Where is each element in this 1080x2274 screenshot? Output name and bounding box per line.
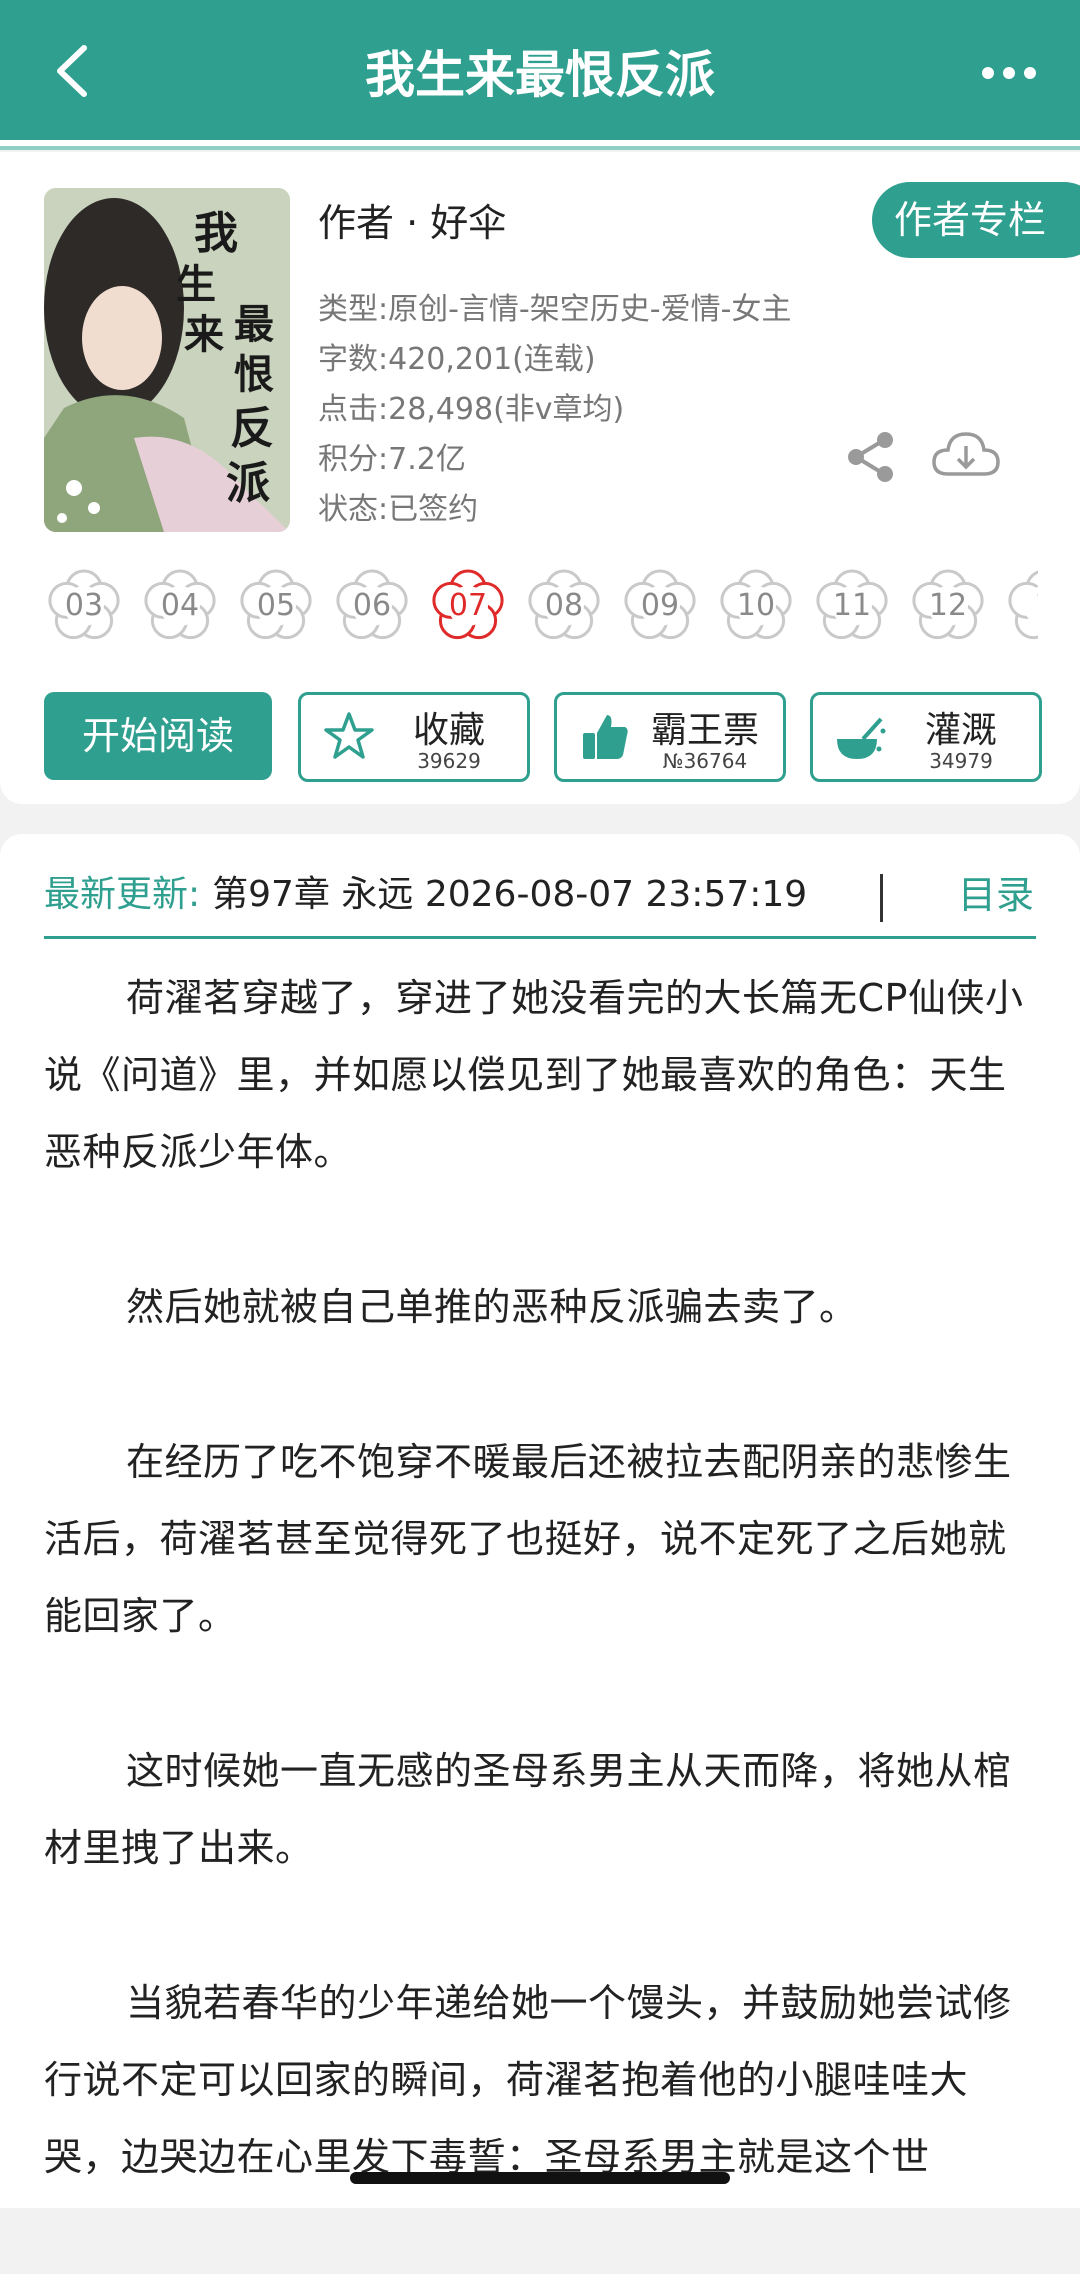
flower-month-07[interactable]: 07 xyxy=(428,566,508,646)
bawang-label: 霸王票 xyxy=(637,701,773,753)
flower-month-12[interactable]: 12 xyxy=(908,566,988,646)
back-button[interactable] xyxy=(44,36,104,106)
share-icon xyxy=(844,430,898,484)
meta-type: 类型:原创-言情-架空历史-爱情-女主 xyxy=(318,284,791,328)
irrigate-button[interactable]: 灌溉 34979 xyxy=(810,692,1042,782)
irrigate-label: 灌溉 xyxy=(893,701,1029,753)
collect-label: 收藏 xyxy=(381,701,517,753)
page-title: 我生来最恨反派 xyxy=(200,40,880,110)
svg-text:来: 来 xyxy=(184,311,224,358)
monthly-flower-row[interactable]: 030405060708091011121 xyxy=(44,566,1038,662)
thumbs-up-icon xyxy=(577,709,633,765)
synopsis-paragraph: 这时候她一直无感的圣母系男主从天而降，将她从棺材里拽了出来。 xyxy=(44,1733,1036,1887)
top-navbar: 我生来最恨反派 xyxy=(0,0,1080,140)
synopsis-paragraph: 然后她就被自己单推的恶种反派骗去卖了。 xyxy=(44,1269,1036,1346)
flower-month-label: 08 xyxy=(524,566,604,646)
flower-month-06[interactable]: 06 xyxy=(332,566,412,646)
synopsis-paragraph: 荷濯茗穿越了，穿进了她没看完的大长篇无CP仙侠小说《问道》里，并如愿以偿见到了她… xyxy=(44,960,1036,1191)
svg-text:生: 生 xyxy=(176,261,216,308)
flower-month-label: 09 xyxy=(620,566,700,646)
book-cover[interactable]: 我 生 来 最 恨 反 派 xyxy=(44,188,290,532)
chevron-left-icon xyxy=(44,36,104,106)
cover-illustration: 我 生 来 最 恨 反 派 xyxy=(44,188,290,532)
svg-text:我: 我 xyxy=(194,208,238,259)
svg-text:最: 最 xyxy=(234,301,274,348)
update-underline xyxy=(44,936,1036,939)
bawang-ticket-button[interactable]: 霸王票 №36764 xyxy=(554,692,786,782)
meta-status: 状态:已签约 xyxy=(318,484,478,528)
table-of-contents-link[interactable]: 目录 xyxy=(958,862,1034,928)
flower-month-label: 10 xyxy=(716,566,796,646)
meta-score: 积分:7.2亿 xyxy=(318,434,466,478)
bawang-count: №36764 xyxy=(637,749,773,773)
synopsis-text: 荷濯茗穿越了，穿进了她没看完的大长篇无CP仙侠小说《问道》里，并如愿以偿见到了她… xyxy=(44,960,1036,2274)
synopsis-paragraph: 当貌若春华的少年递给她一个馒头，并鼓励她尝试修行说不定可以回家的瞬间，荷濯茗抱着… xyxy=(44,1965,1036,2196)
flower-month-09[interactable]: 09 xyxy=(620,566,700,646)
flower-month-08[interactable]: 08 xyxy=(524,566,604,646)
more-dots-icon xyxy=(974,48,1044,98)
cloud-download-icon xyxy=(930,426,1002,486)
irrigate-count: 34979 xyxy=(893,749,1029,773)
start-reading-button[interactable]: 开始阅读 xyxy=(44,692,272,780)
svg-text:派: 派 xyxy=(226,458,270,509)
flower-month-label: 07 xyxy=(428,566,508,646)
flower-month-label: 12 xyxy=(908,566,988,646)
star-icon xyxy=(321,709,377,765)
flower-month-label: 06 xyxy=(332,566,412,646)
svg-text:恨: 恨 xyxy=(234,351,274,398)
latest-chapter-link[interactable]: 第97章 永远 2026-08-07 23:57:19 xyxy=(212,874,807,915)
flower-month-label: 05 xyxy=(236,566,316,646)
more-button[interactable] xyxy=(974,48,1044,98)
book-info-card: 我 生 来 最 恨 反 派 作者 · 好伞 作者专栏 类型:原创-言情-架空历史… xyxy=(0,152,1080,804)
meta-clicks: 点击:28,498(非v章均) xyxy=(318,384,624,428)
synopsis-paragraph: 在经历了吃不饱穿不暖最后还被拉去配阴亲的悲惨生活后，荷濯茗甚至觉得死了也挺好，说… xyxy=(44,1424,1036,1655)
home-indicator[interactable] xyxy=(350,2172,730,2184)
flower-month-03[interactable]: 03 xyxy=(44,566,124,646)
download-button[interactable] xyxy=(930,426,1002,486)
flower-month-label: 11 xyxy=(812,566,892,646)
meta-words: 字数:420,201(连载) xyxy=(318,334,596,378)
update-divider xyxy=(880,874,883,922)
flower-month-label: 1 xyxy=(1004,566,1038,646)
author-column-button[interactable]: 作者专栏 xyxy=(872,182,1080,258)
collect-count: 39629 xyxy=(381,749,517,773)
flower-month-label: 04 xyxy=(140,566,220,646)
flower-month-05[interactable]: 05 xyxy=(236,566,316,646)
flower-month-04[interactable]: 04 xyxy=(140,566,220,646)
latest-update-label: 最新更新: xyxy=(44,874,200,915)
latest-update-row[interactable]: 最新更新: 第97章 永远 2026-08-07 23:57:19 xyxy=(44,862,1036,928)
flower-month-label: 03 xyxy=(44,566,124,646)
flower-month-11[interactable]: 11 xyxy=(812,566,892,646)
svg-text:反: 反 xyxy=(230,403,274,454)
synopsis-card: 最新更新: 第97章 永远 2026-08-07 23:57:19 目录 荷濯茗穿… xyxy=(0,834,1080,2208)
share-button[interactable] xyxy=(844,430,898,484)
collect-button[interactable]: 收藏 39629 xyxy=(298,692,530,782)
author-name[interactable]: 作者 · 好伞 xyxy=(318,192,506,247)
watering-flask-icon xyxy=(833,709,889,765)
flower-month-1[interactable]: 1 xyxy=(1004,566,1038,646)
navbar-divider-line xyxy=(0,146,1080,150)
flower-month-10[interactable]: 10 xyxy=(716,566,796,646)
